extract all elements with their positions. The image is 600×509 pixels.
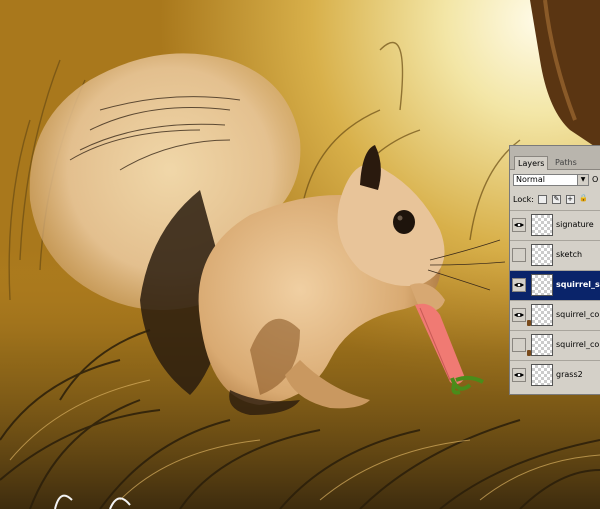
eye-icon[interactable] — [512, 278, 526, 292]
eye-hidden-icon[interactable] — [512, 248, 526, 262]
lock-move-icon[interactable]: + — [565, 195, 575, 204]
layer-thumbnail — [531, 364, 553, 386]
layer-row[interactable]: squirrel_colour — [510, 300, 600, 330]
layer-name: sketch — [556, 250, 583, 259]
layer-row[interactable]: signature — [510, 210, 600, 240]
layer-thumbnail — [531, 214, 553, 236]
tab-layers[interactable]: Layers — [514, 156, 549, 170]
blend-mode-value: Normal — [516, 175, 545, 184]
layer-row[interactable]: grass2 — [510, 360, 600, 390]
layer-thumbnail — [531, 304, 553, 326]
eye-icon[interactable] — [512, 368, 526, 382]
panel-tabbar: Layers Paths — [510, 146, 600, 170]
layers-panel: Layers Paths Normal ▼ O Lock: ✎ + 🔒 sign… — [509, 145, 600, 395]
layer-row[interactable]: squirrel_colour — [510, 330, 600, 360]
blend-mode-select[interactable]: Normal ▼ — [513, 174, 589, 186]
opacity-label: O — [592, 175, 599, 184]
layer-name: grass2 — [556, 370, 583, 379]
layer-name: squirrel_sketch — [556, 280, 600, 289]
chevron-down-icon[interactable]: ▼ — [577, 175, 588, 185]
layer-name: signature — [556, 220, 594, 229]
eye-icon[interactable] — [512, 218, 526, 232]
layer-row[interactable]: sketch — [510, 240, 600, 270]
lock-transparent-icon[interactable] — [538, 195, 548, 204]
eye-hidden-icon[interactable] — [512, 338, 526, 352]
lock-row: Lock: ✎ + 🔒 — [513, 194, 588, 206]
eye-icon[interactable] — [512, 308, 526, 322]
lock-paint-icon[interactable]: ✎ — [552, 195, 562, 204]
layer-thumbnail — [531, 244, 553, 266]
layer-thumbnail — [531, 334, 553, 356]
tab-paths[interactable]: Paths — [552, 156, 580, 169]
lock-all-icon[interactable]: 🔒 — [579, 195, 588, 204]
layer-name: squirrel_colour — [556, 340, 600, 349]
layer-thumbnail — [531, 274, 553, 296]
lock-label: Lock: — [513, 195, 534, 204]
layer-row[interactable]: squirrel_sketch — [510, 270, 600, 300]
layer-name: squirrel_colour — [556, 310, 600, 319]
